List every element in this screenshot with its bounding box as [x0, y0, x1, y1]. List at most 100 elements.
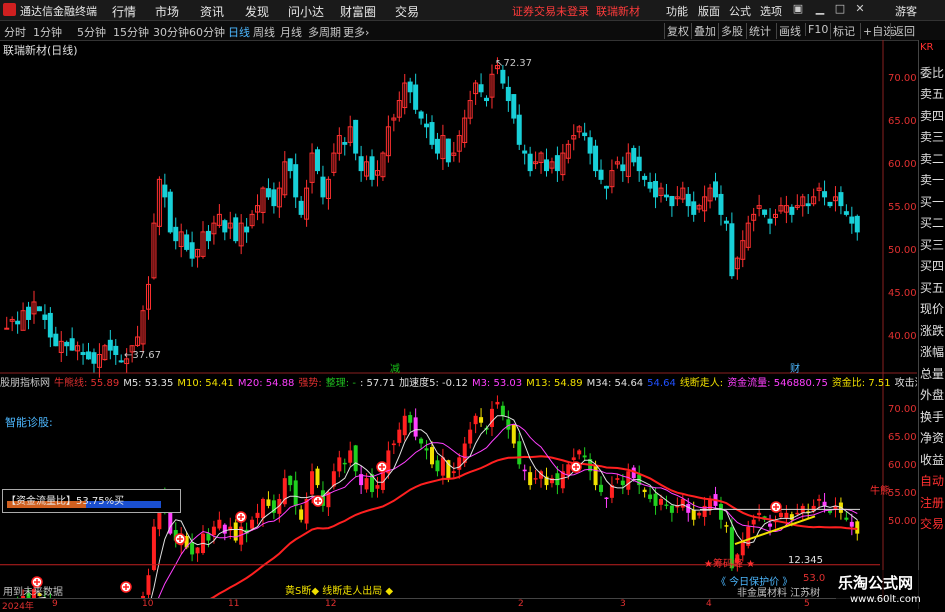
indicator-value: M34: 54.64	[586, 378, 644, 388]
quote-panel-item[interactable]: 现价	[920, 300, 945, 317]
candle-body	[805, 203, 811, 207]
candle-body	[484, 97, 490, 102]
candle-body	[653, 180, 659, 198]
candle-body	[407, 81, 413, 93]
indicator-value: : 57.71	[359, 378, 396, 388]
indicator-value: 线断走人:	[679, 378, 724, 388]
quote-panel-item[interactable]: KR	[920, 42, 945, 53]
watermark-url: www.60lt.com	[850, 594, 921, 605]
indicator-bar: 股朋指标网 牛熊线: 55.89 M5: 53.35 M10: 54.41 M20: 5…	[0, 374, 917, 388]
candle-body	[91, 352, 97, 364]
candle-body	[369, 156, 375, 180]
date-tick: 2	[518, 599, 524, 609]
candle-body	[685, 193, 691, 207]
candle-body	[789, 206, 795, 215]
candle-body	[527, 153, 533, 172]
quote-panel-item[interactable]: 交易	[920, 515, 945, 532]
quote-panel-item[interactable]: 外盘	[920, 386, 945, 403]
y-tick: 45.00	[888, 288, 917, 299]
sub-candle-body	[697, 512, 702, 516]
indicator-value: 加速度5: -0.12	[399, 378, 468, 388]
candle-body	[271, 189, 277, 207]
quote-panel-item[interactable]: 卖四	[920, 107, 945, 124]
quote-panel-item[interactable]: 卖五	[920, 85, 945, 102]
quote-panel-item[interactable]: 总量	[920, 365, 945, 382]
candle-body	[631, 147, 637, 163]
quote-panel-item[interactable]: 涨跌	[920, 322, 945, 339]
indicator-value: 资金流量: 546880.75	[727, 378, 828, 388]
candle-body	[767, 218, 773, 224]
date-tick: 10	[142, 599, 154, 609]
mark-jian[interactable]: 减	[390, 360, 400, 375]
sub-candle-body	[511, 424, 516, 444]
indicator-value: 整理: -	[325, 378, 356, 388]
candle-body	[53, 333, 59, 347]
sub-y-tick: 65.00	[888, 432, 917, 443]
sub-candle-body	[582, 455, 587, 458]
candle-body	[620, 164, 626, 172]
sub-candle-body	[315, 468, 320, 486]
candle-body	[69, 338, 75, 351]
candle-body	[838, 192, 844, 207]
sub-candle-body	[413, 417, 418, 437]
candle-body	[554, 155, 560, 172]
quote-panel-item[interactable]: 买一	[920, 193, 945, 210]
candle-body	[543, 159, 549, 172]
sub-candle-body	[479, 417, 484, 423]
sub-y-tick: 70.00	[888, 404, 917, 415]
niuxiong-mark: 牛熊	[870, 486, 890, 497]
sub-candle-body	[604, 497, 609, 499]
sub-candle-body	[784, 512, 789, 518]
sub-candle-body	[211, 526, 216, 536]
sub-candle-body	[222, 524, 227, 534]
quote-panel-item[interactable]: 卖二	[920, 150, 945, 167]
candle-body	[478, 84, 484, 93]
quote-panel-item[interactable]: 卖一	[920, 171, 945, 188]
quote-panel-item[interactable]: 买四	[920, 257, 945, 274]
candle-body	[80, 352, 86, 355]
mark-cai[interactable]: 财	[790, 360, 800, 375]
sub-candle-body	[151, 526, 156, 570]
quote-panel-item[interactable]: 买三	[920, 236, 945, 253]
quote-panel-item[interactable]: 涨幅	[920, 343, 945, 360]
candle-body	[42, 314, 48, 320]
sub-candle-body	[751, 519, 756, 525]
sub-candle-body	[533, 478, 538, 480]
indicator-value: M20: 54.88	[237, 378, 295, 388]
sub-candle-body	[337, 457, 342, 472]
sub-candle-body	[255, 512, 260, 518]
candle-body	[418, 111, 424, 119]
indicator-value: 攻击流量	[894, 378, 917, 388]
watermark: 乐淘公式网 www.60lt.com	[836, 570, 945, 609]
sub-candle-body	[430, 447, 434, 465]
industry-label: 非金属材料 江苏树	[737, 588, 821, 599]
chart-canvas[interactable]	[0, 0, 945, 609]
sub-candle-body	[593, 465, 598, 486]
sub-candle-body	[473, 415, 478, 425]
sub-candle-body	[468, 429, 473, 444]
quote-panel-item[interactable]: 自动	[920, 472, 945, 489]
date-tick: 2024年	[2, 602, 34, 612]
chip-peak-label: ★筹码峰 ★	[704, 559, 756, 570]
quote-panel-item[interactable]: 收益	[920, 451, 945, 468]
quote-panel-item[interactable]: 委比	[920, 64, 945, 81]
indicator-value: 强势:	[298, 378, 322, 388]
sub-candle-body	[642, 489, 647, 493]
quote-panel-item[interactable]: 净资	[920, 429, 945, 446]
candle-body	[342, 141, 348, 145]
quote-panel-item[interactable]: 注册	[920, 494, 945, 511]
quote-panel-item[interactable]: 换手	[920, 408, 945, 425]
quote-panel-item[interactable]: 买五	[920, 279, 945, 296]
candle-body	[516, 114, 522, 145]
quote-panel-item[interactable]: 买二	[920, 214, 945, 231]
y-tick: 60.00	[888, 159, 917, 170]
quote-panel-item[interactable]: 卖三	[920, 128, 945, 145]
candle-body	[854, 215, 860, 233]
sub-candle-body	[146, 575, 151, 595]
sub-candle-body	[822, 501, 827, 506]
candle-body	[265, 188, 271, 198]
date-tick: 4	[706, 599, 712, 609]
sub-candle-body	[528, 472, 533, 486]
watermark-title: 乐淘公式网	[838, 574, 914, 592]
date-tick: 3	[620, 599, 626, 609]
